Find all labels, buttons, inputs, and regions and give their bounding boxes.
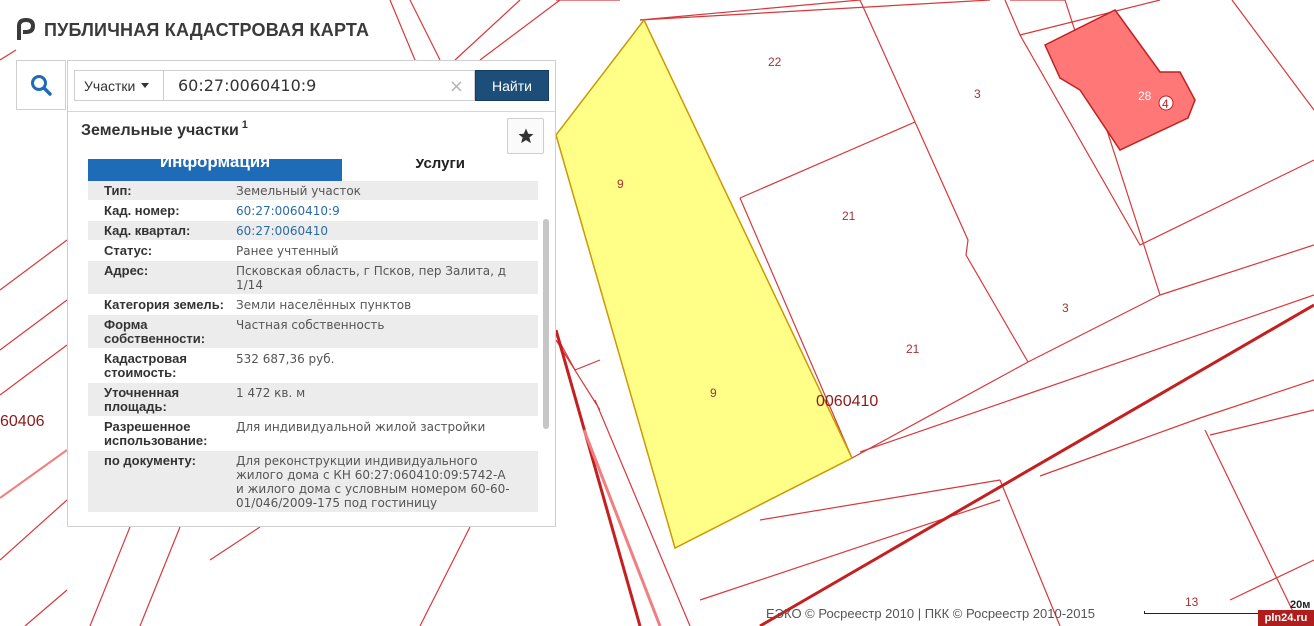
info-row-address: Адрес: Псковская область, г Псков, пер З… [88,261,538,295]
cad-quarter-link[interactable]: 60:27:0060410 [236,221,538,240]
map-label-21-bottom: 21 [906,342,920,356]
info-value: Ранее учтенный [236,244,339,258]
search-type-select[interactable]: Участки [74,70,164,101]
info-scrollbar[interactable] [543,219,549,429]
watermark: pln24.ru [1258,610,1314,626]
search-panel: Участки 60:27:0060410:9 × Найти Земельны… [67,60,556,527]
info-label: Форма собственности: [104,317,206,346]
cad-number-link[interactable]: 60:27:0060410:9 [236,201,538,220]
favorite-button[interactable] [507,118,544,154]
info-value: Земли населённых пунктов [236,298,412,312]
rosreestr-logo-icon [17,18,36,40]
map-label-block-0060410: 0060410 [816,393,878,410]
map-label-22: 22 [768,55,782,69]
info-label: Кадастровая стоимость: [104,351,187,380]
result-title-text: Земельные участки [81,122,239,139]
info-table: Тип: Земельный участок Кад. номер: 60:27… [88,181,538,527]
map-label-block-60406: 60406 [0,413,45,430]
map-label-4: 4 [1162,97,1169,111]
result-count: 1 [241,119,248,131]
map-label-13: 13 [1185,595,1199,609]
tab-services[interactable]: Услуги [342,159,538,181]
search-icon [31,75,52,96]
info-value: 1 472 кв. м [236,386,306,400]
clear-icon[interactable]: × [449,76,464,97]
info-label: Кад. квартал: [104,223,191,238]
tab-information[interactable]: Информация [88,159,342,181]
app-title: ПУБЛИЧНАЯ КАДАСТРОВАЯ КАРТА [44,19,370,40]
info-value: Земельный участок [236,184,361,198]
search-input[interactable]: 60:27:0060410:9 × [164,70,475,101]
info-row-cad-value: Кадастровая стоимость: 532 687,36 руб. [88,349,538,383]
panel-divider [68,111,555,112]
info-value: Частная собственность [236,318,385,332]
find-button[interactable]: Найти [475,70,549,101]
info-row-type: Тип: Земельный участок [88,181,538,201]
map-label-28: 28 [1138,89,1152,103]
info-label: Статус: [104,243,153,258]
info-row-status: Статус: Ранее учтенный [88,241,538,261]
search-query-value: 60:27:0060410:9 [178,76,317,95]
tab-services-label: Услуги [415,159,465,172]
info-label: Кад. номер: [104,203,180,218]
info-label: Категория земель: [104,297,225,312]
info-label: Тип: [104,183,132,198]
star-icon [518,128,533,144]
map-label-21-top: 21 [842,209,856,223]
info-row-by-document: по документу: Для реконструкции индивиду… [88,451,538,513]
caret-down-icon [141,83,150,88]
search-toggle-button[interactable] [16,60,66,110]
info-row-cad-number: Кад. номер: 60:27:0060410:9 [88,201,538,221]
brand: ПУБЛИЧНАЯ КАДАСТРОВАЯ КАРТА [16,18,369,42]
info-value: Для индивидуальной жилой застройки [236,420,486,434]
map-label-3-top: 3 [974,87,981,101]
map-attribution: ЕЭКО © Росреестр 2010 | ПКК © Росреестр … [766,606,1095,621]
info-row-land-category: Категория земель: Земли населённых пункт… [88,295,538,315]
map-label-9-bottom: 9 [710,386,717,400]
map-label-3-bottom: 3 [1062,301,1069,315]
info-row-area: Уточненная площадь: 1 472 кв. м [88,383,538,417]
info-label: Разрешенное использование: [104,419,208,448]
info-row-permitted-use: Разрешенное использование: Для индивидуа… [88,417,538,451]
result-title: Земельные участки 1 [81,119,248,140]
info-label: Уточненная площадь: [104,385,180,414]
info-label: Адрес: [104,263,149,278]
map-label-9-top: 9 [617,177,624,191]
info-label: по документу: [104,453,196,468]
search-type-label: Участки [84,77,136,94]
result-tabs: Информация Услуги [88,159,538,181]
info-value: Для реконструкции индивидуального жилого… [236,454,510,510]
info-value: 532 687,36 руб. [236,352,335,366]
info-row-cad-quarter: Кад. квартал: 60:27:0060410 [88,221,538,241]
info-value: Псковская область, г Псков, пер Залита, … [236,264,507,292]
tab-information-label: Информация [159,159,271,171]
info-row-ownership: Форма собственности: Частная собственнос… [88,315,538,349]
